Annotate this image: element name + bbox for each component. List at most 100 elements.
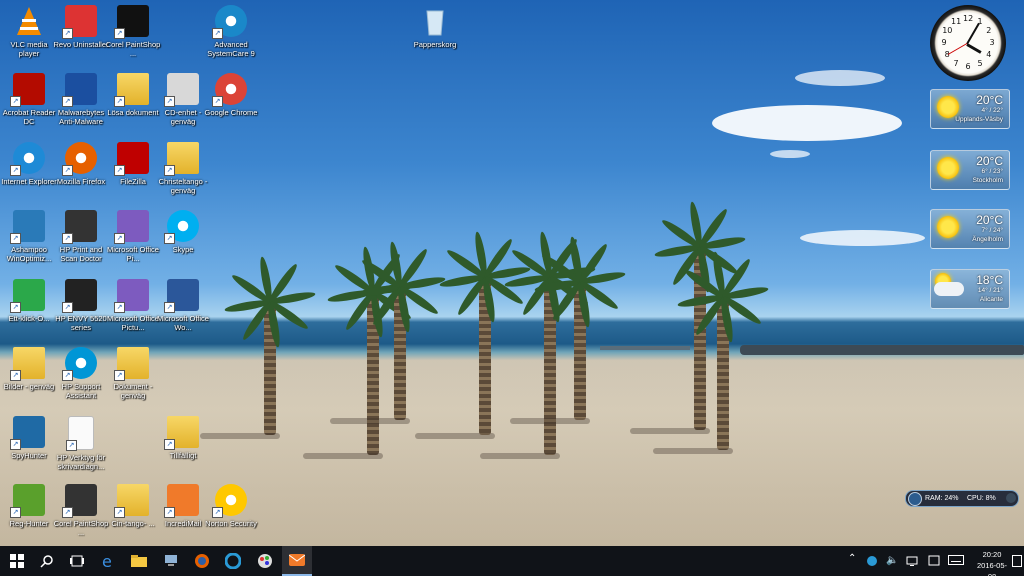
shortcut-arrow-icon: ↗ (164, 233, 175, 244)
shortcut-arrow-icon: ↗ (10, 370, 21, 381)
desktop-icon-label: Papperskorg (413, 40, 457, 49)
desktop-icon-label: HP Print and Scan Doctor (59, 245, 103, 263)
desktop-icon-label: Ashampoo WinOptimiz... (6, 245, 52, 263)
weather-gadget[interactable]: 18°C 14° / 21° Alicante (930, 269, 1010, 309)
folder-icon: ↗ (114, 347, 149, 381)
recycle-bin-icon (419, 5, 451, 37)
desktop-icon-label: Tillfälligt (169, 451, 197, 460)
palm-shadow (303, 453, 383, 459)
desktop-icon-systemcare[interactable]: ↗ Advanced SystemCare 9 (202, 5, 260, 58)
cpu-meter-gadget[interactable]: RAM: 24% CPU: 8% (905, 490, 1019, 507)
desktop-icon-label: HP Support Assistant (61, 382, 101, 400)
acrobat-icon: ↗ (10, 73, 45, 107)
reghunter-icon: ↗ (10, 484, 45, 518)
folder-icon: ↗ (114, 484, 149, 518)
desktop-icon-ie[interactable]: ↗ Internet Explorer (0, 142, 58, 186)
action-center-icon[interactable] (928, 555, 940, 570)
taskbar-paint[interactable] (250, 546, 280, 576)
clock-gadget[interactable]: 121234567891011 (930, 5, 1006, 81)
shortcut-arrow-icon: ↗ (164, 165, 175, 176)
skype-icon: ↗ (164, 210, 199, 244)
desktop-icon-label: Internet Explorer (1, 177, 57, 186)
desktop-icon-norton[interactable]: ↗ Norton Security (202, 484, 260, 528)
filezilla-icon: ↗ (114, 142, 149, 176)
desktop-icon-folder[interactable]: ↗ Christeltango - genväg (154, 142, 212, 195)
palm-shadow (630, 428, 710, 434)
desktop-icon-printer[interactable]: ↗ HP ENVY 5520 series (52, 279, 110, 332)
network-icon[interactable] (906, 555, 918, 570)
shortcut-arrow-icon: ↗ (62, 28, 73, 39)
search-button[interactable] (32, 546, 62, 576)
taskbar-pc[interactable] (156, 546, 186, 576)
palm-shadow (510, 418, 590, 424)
taskbar-mail[interactable] (282, 546, 312, 576)
taskbar-firefox[interactable] (187, 546, 217, 576)
desktop-icon-label: Malwarebytes Anti-Malware (57, 108, 105, 126)
desktop-icon-folder[interactable]: ↗ Bilder - genväg (0, 347, 58, 391)
weather-city: Stockholm (972, 177, 1003, 184)
tray-systemcare-icon[interactable] (866, 555, 878, 570)
palm-shadow (200, 433, 280, 439)
task-view-button[interactable] (62, 546, 92, 576)
desktop-icon-paintshop[interactable]: ↗ Corel PaintShop ... (104, 5, 162, 58)
cloud (800, 230, 925, 246)
desktop-icon-hp-support[interactable]: ↗ HP Support Assistant (52, 347, 110, 400)
search-icon (40, 555, 53, 568)
meter-icon (908, 492, 922, 506)
keyboard-icon[interactable] (948, 555, 964, 568)
paint-icon (258, 554, 272, 568)
desktop-icon-label: HP ENVY 5520 series (55, 314, 107, 332)
taskbar-edge[interactable]: e (94, 546, 124, 576)
ram-usage: RAM: 24% (925, 495, 959, 502)
sun-icon (937, 216, 959, 238)
desktop-icon-hp-print[interactable]: ↗ HP Print and Scan Doctor (52, 210, 110, 263)
taskbar-file-explorer[interactable] (124, 546, 154, 576)
meter-close-icon[interactable] (1006, 493, 1016, 503)
clock-number: 7 (953, 58, 959, 68)
desktop-icon-firefox[interactable]: ↗ Mozilla Firefox (52, 142, 110, 186)
revo-icon: ↗ (62, 5, 97, 39)
taskbar-systemcare[interactable] (218, 546, 248, 576)
shortcut-arrow-icon: ↗ (62, 96, 73, 107)
desktop-icon-spyhunter[interactable]: ↗ SpyHunter (0, 416, 58, 460)
taskbar-time: 20:20 (982, 550, 1002, 559)
clock-number: 6 (965, 62, 971, 71)
desktop-icon-oneclick[interactable]: ↗ Ett-klick-O... (0, 279, 58, 323)
desktop-icon-revo[interactable]: ↗ Revo Uninstaller (52, 5, 110, 49)
desktop-icon-chrome[interactable]: ↗ Google Chrome (202, 73, 260, 117)
desktop-icon-camera[interactable]: ↗ Corel PaintShop ... (52, 484, 110, 537)
shortcut-arrow-icon: ↗ (164, 96, 175, 107)
weather-temperature: 20°C (976, 93, 1003, 107)
desktop-icon-label: Ett-klick-O... (8, 314, 50, 323)
desktop-icon-malwarebytes[interactable]: ↗ Malwarebytes Anti-Malware (52, 73, 110, 126)
weather-gadget[interactable]: 20°C 6° / 23° Stockholm (930, 150, 1010, 190)
taskbar-clock[interactable]: 20:20 2016-05-08 (974, 549, 1010, 582)
desktop-icon-folder[interactable]: ↗ Dokument - genväg (104, 347, 162, 400)
weather-range: 7° / 24° (981, 227, 1003, 234)
desktop-icon-acrobat[interactable]: ↗ Acrobat Reader DC (0, 73, 58, 126)
start-button[interactable] (2, 546, 32, 576)
shortcut-arrow-icon: ↗ (114, 96, 125, 107)
ashampoo-icon: ↗ (10, 210, 45, 244)
shortcut-arrow-icon: ↗ (62, 507, 73, 518)
desktop-icon-label: Revo Uninstaller (53, 40, 109, 49)
word-icon: ↗ (164, 279, 199, 313)
desktop-icon-word[interactable]: ↗ Microsoft Office Wo... (154, 279, 212, 332)
weather-city: Upplands-Väsby (955, 116, 1003, 123)
volume-icon[interactable]: 🔈 (886, 555, 898, 566)
desktop-icon-recycle-bin[interactable]: Papperskorg (406, 5, 464, 49)
weather-gadget[interactable]: 20°C 4° / 22° Upplands-Väsby (930, 89, 1010, 129)
desktop-icon-reghunter[interactable]: ↗ Reg-Hunter (0, 484, 58, 528)
desktop-icon-ashampoo[interactable]: ↗ Ashampoo WinOptimiz... (0, 210, 58, 263)
cloud (795, 70, 885, 86)
desktop-icon-document[interactable]: ↗ HP Verktyg för skrivardiagn... (52, 416, 110, 471)
weather-gadget[interactable]: 20°C 7° / 24° Ängelholm (930, 209, 1010, 249)
desktop-icon-folder[interactable]: ↗ Tillfälligt (154, 416, 212, 460)
tray-overflow-icon[interactable]: ⌃ (848, 553, 856, 564)
desktop-icon-skype[interactable]: ↗ Skype (154, 210, 212, 254)
desktop-icon-vlc[interactable]: VLC media player (0, 5, 58, 58)
clock-number: 10 (942, 26, 953, 35)
notifications-icon[interactable] (1012, 555, 1022, 570)
desktop-icon-label: SpyHunter (11, 451, 47, 460)
folder-icon: ↗ (10, 347, 45, 381)
